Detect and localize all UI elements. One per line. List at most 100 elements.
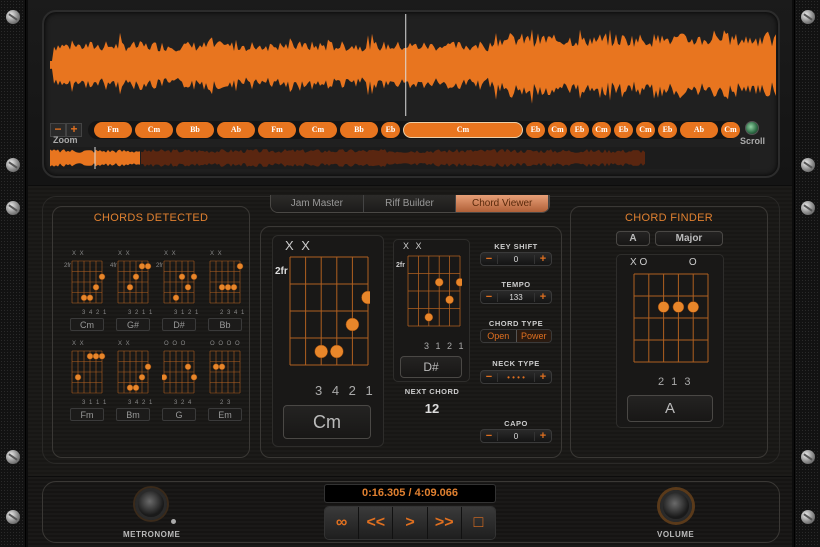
chord-timeline: Fm Cm Bb Ab Fm Cm Bb Eb Cm Eb Cm Eb Cm Eb Cm Eb Ab Cm xyxy=(88,121,740,139)
waveform-overview[interactable] xyxy=(50,147,750,169)
finger-dot xyxy=(184,284,192,291)
mini-chord-string-markers: X X xyxy=(118,251,131,257)
chord-finder-root-select[interactable]: A xyxy=(616,231,650,246)
mini-chord-string-markers: X X xyxy=(118,341,131,347)
screw-icon xyxy=(801,158,815,172)
finger-dot xyxy=(92,284,100,291)
rewind-button[interactable]: << xyxy=(359,507,394,539)
play-button[interactable]: > xyxy=(393,507,428,539)
finger-dot xyxy=(138,374,146,381)
mini-chord-string-markers: X X xyxy=(164,251,177,257)
chord-chip[interactable]: Ab xyxy=(680,122,718,138)
key-shift-label: KEY SHIFT xyxy=(494,242,538,251)
chord-type-label: CHORD TYPE xyxy=(488,319,544,328)
chord-chip[interactable]: Fm xyxy=(258,122,296,138)
finger-dot xyxy=(230,284,238,291)
mini-chord-diagram xyxy=(71,350,106,394)
finger-dot xyxy=(172,294,180,301)
next-chord-countdown: 12 xyxy=(424,401,440,416)
view-tabs: Jam Master Riff Builder Chord Viewer xyxy=(270,195,550,213)
mini-chord-fingering: 2 3 4 1 xyxy=(220,310,246,316)
detected-chord-button[interactable]: Cm xyxy=(70,318,104,331)
chord-type-power-option[interactable]: Power xyxy=(515,330,551,342)
detected-chord-button[interactable]: D# xyxy=(162,318,196,331)
current-chord-name: Cm xyxy=(283,405,371,439)
chord-chip[interactable]: Eb xyxy=(614,122,633,138)
chord-chip[interactable]: Eb xyxy=(658,122,677,138)
chord-chip[interactable]: Cm xyxy=(135,122,173,138)
chord-chip[interactable]: Cm xyxy=(592,122,611,138)
mini-chord-diagram xyxy=(117,350,152,394)
chord-chip[interactable]: Cm xyxy=(636,122,655,138)
finger-dot xyxy=(80,294,88,301)
stop-button[interactable]: □ xyxy=(461,507,495,539)
detected-chord-button[interactable]: G xyxy=(162,408,196,421)
finger-dot xyxy=(434,278,444,287)
current-chord-fingering: 3 4 2 1 xyxy=(315,383,376,398)
detected-chord-button[interactable]: G# xyxy=(116,318,150,331)
tab-jam-master[interactable]: Jam Master xyxy=(271,195,364,212)
metronome-knob[interactable] xyxy=(135,488,167,520)
loop-button[interactable]: ∞ xyxy=(325,507,360,539)
mini-chord-fingering: 3 2 4 xyxy=(174,400,193,406)
chord-chip[interactable]: Cm xyxy=(721,122,740,138)
finger-dot xyxy=(314,344,328,359)
finger-dot xyxy=(132,384,140,391)
key-shift-increment-button[interactable]: + xyxy=(535,253,551,265)
chord-chip[interactable]: Eb xyxy=(526,122,545,138)
neck-type-increment-button[interactable]: + xyxy=(535,371,551,383)
neck-type-decrement-button[interactable]: − xyxy=(481,371,497,383)
finger-dot xyxy=(144,263,152,270)
detected-chord-button[interactable]: Bb xyxy=(208,318,242,331)
key-shift-decrement-button[interactable]: − xyxy=(481,253,497,265)
tab-chord-viewer[interactable]: Chord Viewer xyxy=(456,195,549,212)
chords-detected-title: CHORDS DETECTED xyxy=(93,212,209,224)
chord-chip[interactable]: Cm xyxy=(299,122,337,138)
next-chord-string-markers: X X xyxy=(403,241,424,251)
detected-chord-button[interactable]: Bm xyxy=(116,408,150,421)
chord-chip[interactable]: Eb xyxy=(381,122,400,138)
chord-finder-name: A xyxy=(627,395,713,422)
finger-dot xyxy=(184,363,192,370)
chord-chip[interactable]: Bb xyxy=(340,122,378,138)
finger-dot xyxy=(361,290,370,305)
screw-icon xyxy=(801,450,815,464)
tempo-increment-button[interactable]: + xyxy=(535,291,551,303)
neck-type-stepper: − • • • • + xyxy=(480,370,552,384)
tempo-decrement-button[interactable]: − xyxy=(481,291,497,303)
finger-dot xyxy=(672,301,685,313)
mini-chord-string-markers: O O O O xyxy=(210,341,241,347)
chord-chip[interactable]: Bb xyxy=(176,122,214,138)
volume-knob[interactable] xyxy=(660,490,692,522)
finger-dot xyxy=(236,263,244,270)
mini-chord-string-markers: X X xyxy=(72,341,85,347)
chord-chip[interactable]: Cm xyxy=(548,122,567,138)
finger-dot xyxy=(74,374,82,381)
detected-chord-button[interactable]: Em xyxy=(208,408,242,421)
next-chord-fingering: 3 1 2 1 xyxy=(424,341,466,351)
finger-dot xyxy=(218,284,226,291)
scroll-toggle-button[interactable] xyxy=(745,121,759,135)
capo-stepper: − 0 + xyxy=(480,429,552,443)
chord-finder-quality-select[interactable]: Major xyxy=(655,231,723,246)
detected-chord-button[interactable]: Fm xyxy=(70,408,104,421)
finger-dot xyxy=(190,374,198,381)
chord-type-open-option[interactable]: Open xyxy=(481,330,516,342)
capo-decrement-button[interactable]: − xyxy=(481,430,497,442)
chord-chip[interactable]: Eb xyxy=(570,122,589,138)
waveform-display[interactable] xyxy=(50,14,776,116)
mini-chord-fingering: 3 1 2 1 xyxy=(174,310,200,316)
chord-chip[interactable]: Cm xyxy=(403,122,523,138)
finger-dot xyxy=(178,273,186,280)
finger-dot xyxy=(86,294,94,301)
finger-dot xyxy=(126,284,134,291)
screw-icon xyxy=(801,201,815,215)
fast-forward-button[interactable]: >> xyxy=(427,507,462,539)
tab-riff-builder[interactable]: Riff Builder xyxy=(363,195,457,212)
mini-chord-diagram xyxy=(209,350,241,394)
chord-chip[interactable]: Fm xyxy=(94,122,132,138)
chord-finder-string-markers: X O O xyxy=(630,257,697,268)
capo-increment-button[interactable]: + xyxy=(535,430,551,442)
chord-chip[interactable]: Ab xyxy=(217,122,255,138)
finger-dot xyxy=(330,344,344,359)
